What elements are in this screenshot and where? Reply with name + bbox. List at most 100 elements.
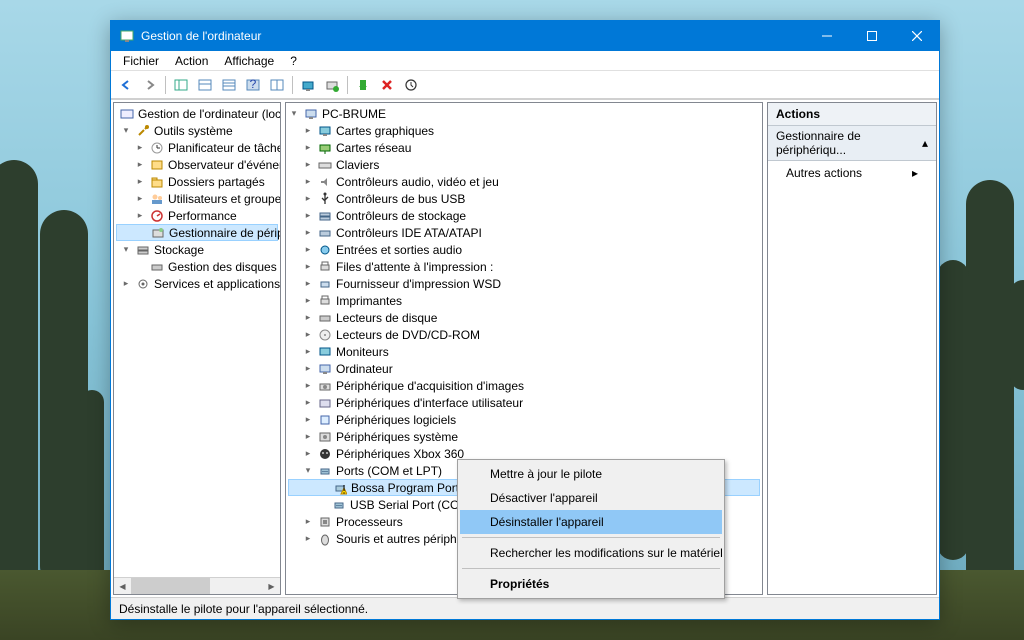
tree-item[interactable]: ▸Dossiers partagés <box>116 173 278 190</box>
tree-item[interactable]: ▾Outils système <box>116 122 278 139</box>
device-category[interactable]: ▸Périphériques système <box>288 428 760 445</box>
chevron-right-icon[interactable]: ▸ <box>120 278 132 290</box>
tree-item[interactable]: ▸Planificateur de tâches <box>116 139 278 156</box>
tree-item[interactable]: ▸Observateur d'événements <box>116 156 278 173</box>
chevron-right-icon[interactable]: ▸ <box>302 346 314 358</box>
chevron-down-icon[interactable]: ▾ <box>288 108 300 120</box>
chevron-right-icon[interactable]: ▸ <box>302 516 314 528</box>
device-category[interactable]: ▸Lecteurs de DVD/CD-ROM <box>288 326 760 343</box>
chevron-down-icon[interactable]: ▾ <box>120 244 132 256</box>
chevron-right-icon[interactable]: ▸ <box>134 159 146 171</box>
back-button[interactable] <box>115 74 137 96</box>
chevron-right-icon[interactable]: ▸ <box>302 159 314 171</box>
chevron-right-icon[interactable]: ▸ <box>302 244 314 256</box>
titlebar[interactable]: Gestion de l'ordinateur <box>111 21 939 51</box>
chevron-right-icon[interactable]: ▸ <box>134 176 146 188</box>
console-tree[interactable]: Gestion de l'ordinateur (local) ▾Outils … <box>114 103 280 577</box>
device-category[interactable]: ▸Ordinateur <box>288 360 760 377</box>
chevron-right-icon[interactable]: ▸ <box>302 142 314 154</box>
ctx-scan-hardware[interactable]: Rechercher les modifications sur le maté… <box>460 541 722 565</box>
device-category[interactable]: ▸Contrôleurs audio, vidéo et jeu <box>288 173 760 190</box>
forward-button[interactable] <box>139 74 161 96</box>
category-icon <box>317 123 333 139</box>
details-button[interactable] <box>266 74 288 96</box>
chevron-down-icon[interactable]: ▾ <box>120 125 132 137</box>
chevron-right-icon[interactable]: ▸ <box>302 329 314 341</box>
chevron-right-icon[interactable]: ▸ <box>302 278 314 290</box>
tree-item[interactable]: ▸Services et applications <box>116 275 278 292</box>
menu-action[interactable]: Action <box>167 52 216 70</box>
tree-item[interactable]: ▸Utilisateurs et groupes locaux <box>116 190 278 207</box>
tree-item[interactable]: ▸Performance <box>116 207 278 224</box>
refresh-button[interactable] <box>400 74 422 96</box>
scan-hardware-button[interactable] <box>297 74 319 96</box>
device-category[interactable]: ▸Entrées et sorties audio <box>288 241 760 258</box>
ctx-disable-device[interactable]: Désactiver l'appareil <box>460 486 722 510</box>
tree-item-device-manager[interactable]: Gestionnaire de périphériques <box>116 224 278 241</box>
chevron-right-icon[interactable]: ▸ <box>302 448 314 460</box>
chevron-right-icon[interactable]: ▸ <box>302 193 314 205</box>
chevron-right-icon[interactable]: ▸ <box>134 142 146 154</box>
show-hide-tree-button[interactable] <box>170 74 192 96</box>
ctx-update-driver[interactable]: Mettre à jour le pilote <box>460 462 722 486</box>
device-category[interactable]: ▸Fournisseur d'impression WSD <box>288 275 760 292</box>
actions-more[interactable]: Autres actions ▸ <box>768 161 936 185</box>
scroll-right-button[interactable]: ▶ <box>263 578 280 595</box>
horizontal-scrollbar[interactable]: ◀ ▶ <box>114 577 280 594</box>
chevron-right-icon[interactable]: ▸ <box>134 193 146 205</box>
chevron-right-icon[interactable]: ▸ <box>302 380 314 392</box>
category-icon <box>317 242 333 258</box>
chevron-right-icon[interactable]: ▸ <box>134 210 146 222</box>
ctx-properties[interactable]: Propriétés <box>460 572 722 596</box>
device-root[interactable]: ▾ PC-BRUME <box>288 105 760 122</box>
chevron-right-icon[interactable]: ▸ <box>302 176 314 188</box>
chevron-down-icon[interactable]: ▾ <box>302 465 314 477</box>
scroll-thumb[interactable] <box>131 578 210 595</box>
device-category[interactable]: ▸Imprimantes <box>288 292 760 309</box>
tree-item[interactable]: ▾Stockage <box>116 241 278 258</box>
chevron-right-icon[interactable]: ▸ <box>302 295 314 307</box>
close-button[interactable] <box>894 21 939 51</box>
menubar: Fichier Action Affichage ? <box>111 51 939 71</box>
device-category[interactable]: ▸Contrôleurs de bus USB <box>288 190 760 207</box>
device-category[interactable]: ▸Files d'attente à l'impression : <box>288 258 760 275</box>
device-category[interactable]: ▸Moniteurs <box>288 343 760 360</box>
tree-root[interactable]: Gestion de l'ordinateur (local) <box>116 105 278 122</box>
help-button[interactable]: ? <box>242 74 264 96</box>
device-category[interactable]: ▸Périphériques logiciels <box>288 411 760 428</box>
view-mode-button[interactable] <box>194 74 216 96</box>
chevron-right-icon[interactable]: ▸ <box>302 414 314 426</box>
ctx-uninstall-device[interactable]: Désinstaller l'appareil <box>460 510 722 534</box>
chevron-right-icon[interactable]: ▸ <box>302 363 314 375</box>
collapse-icon[interactable]: ▴ <box>922 136 928 150</box>
device-category[interactable]: ▸Cartes réseau <box>288 139 760 156</box>
chevron-right-icon[interactable]: ▸ <box>302 227 314 239</box>
actions-subheader[interactable]: Gestionnaire de périphériqu... ▴ <box>768 126 936 161</box>
menu-help[interactable]: ? <box>282 52 305 70</box>
device-category[interactable]: ▸Lecteurs de disque <box>288 309 760 326</box>
device-category[interactable]: ▸Contrôleurs de stockage <box>288 207 760 224</box>
chevron-right-icon[interactable]: ▸ <box>302 125 314 137</box>
menu-file[interactable]: Fichier <box>115 52 167 70</box>
update-driver-button[interactable] <box>321 74 343 96</box>
device-category[interactable]: ▸Claviers <box>288 156 760 173</box>
statusbar: Désinstalle le pilote pour l'appareil sé… <box>111 597 939 619</box>
device-category[interactable]: ▸Périphérique d'acquisition d'images <box>288 377 760 394</box>
device-category[interactable]: ▸Contrôleurs IDE ATA/ATAPI <box>288 224 760 241</box>
device-category[interactable]: ▸Périphériques d'interface utilisateur <box>288 394 760 411</box>
maximize-button[interactable] <box>849 21 894 51</box>
chevron-right-icon[interactable]: ▸ <box>302 397 314 409</box>
scroll-left-button[interactable]: ◀ <box>114 578 131 595</box>
chevron-right-icon[interactable]: ▸ <box>302 261 314 273</box>
chevron-right-icon[interactable]: ▸ <box>302 312 314 324</box>
list-button[interactable] <box>218 74 240 96</box>
minimize-button[interactable] <box>804 21 849 51</box>
uninstall-button[interactable] <box>376 74 398 96</box>
enable-button[interactable] <box>352 74 374 96</box>
device-category[interactable]: ▸Cartes graphiques <box>288 122 760 139</box>
tree-item[interactable]: Gestion des disques <box>116 258 278 275</box>
chevron-right-icon[interactable]: ▸ <box>302 431 314 443</box>
chevron-right-icon[interactable]: ▸ <box>302 210 314 222</box>
menu-view[interactable]: Affichage <box>216 52 282 70</box>
chevron-right-icon[interactable]: ▸ <box>302 533 314 545</box>
